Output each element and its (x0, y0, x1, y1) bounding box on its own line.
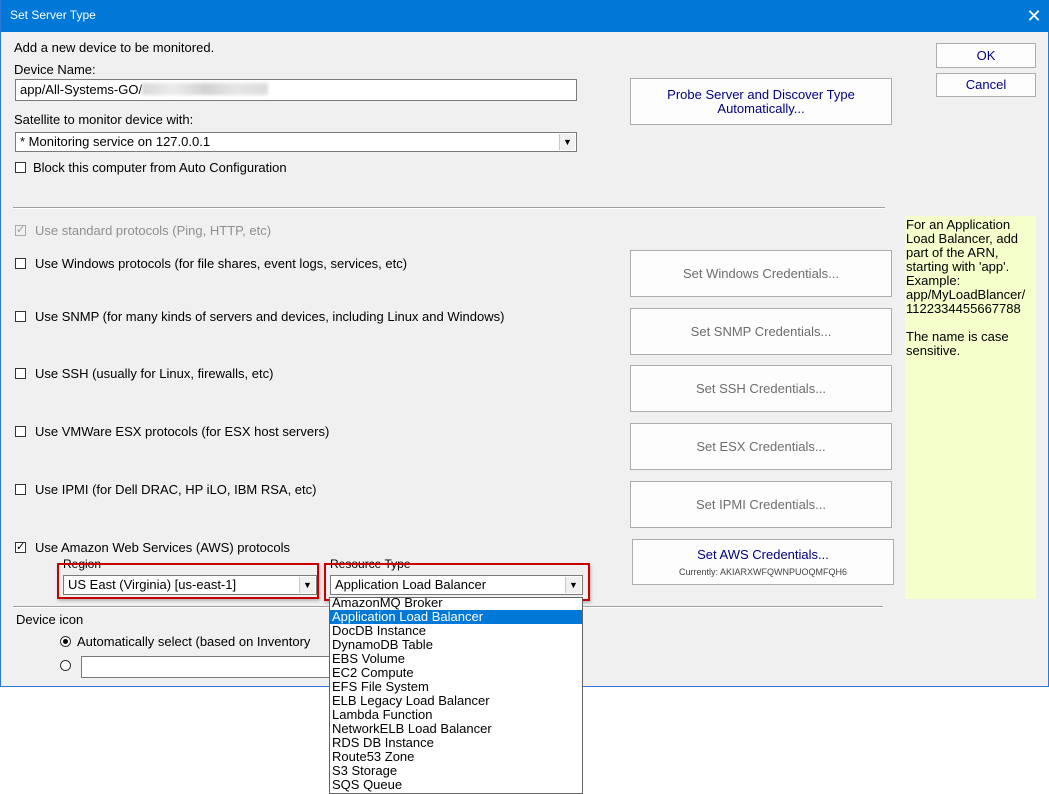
title-bar: Set Server Type ✕ (1, 0, 1049, 32)
redacted-text (142, 83, 269, 95)
device-icon-label: Device icon (16, 612, 84, 627)
satellite-label: Satellite to monitor device with: (14, 112, 194, 127)
ssh-protocols-label: Use SSH (usually for Linux, firewalls, e… (35, 366, 274, 381)
dropdown-option[interactable]: DocDB Instance (330, 624, 582, 638)
help-panel: For an Application Load Balancer, add pa… (905, 216, 1036, 599)
ipmi-protocols-label: Use IPMI (for Dell DRAC, HP iLO, IBM RSA… (35, 482, 317, 497)
block-auto-config-checkbox[interactable] (15, 162, 26, 173)
dropdown-option[interactable]: S3 Storage (330, 764, 582, 778)
custom-icon-radio[interactable] (60, 660, 71, 671)
ok-button[interactable]: OK (936, 43, 1036, 68)
set-ipmi-credentials-button[interactable]: Set IPMI Credentials... (630, 481, 892, 528)
satellite-value: * Monitoring service on 127.0.0.1 (20, 134, 211, 149)
resource-type-highlight-box (324, 563, 590, 601)
set-ssh-credentials-button[interactable]: Set SSH Credentials... (630, 365, 892, 412)
dropdown-option[interactable]: EFS File System (330, 680, 582, 694)
region-highlight-box (57, 563, 319, 599)
chevron-down-icon[interactable]: ▼ (559, 134, 575, 150)
ssh-protocols-checkbox[interactable] (15, 368, 26, 379)
auto-icon-radio[interactable] (60, 636, 71, 647)
custom-icon-field[interactable] (81, 656, 333, 678)
esx-protocols-checkbox[interactable] (15, 426, 26, 437)
snmp-protocols-label: Use SNMP (for many kinds of servers and … (35, 309, 505, 324)
resource-type-dropdown-list[interactable]: AmazonMQ Broker Application Load Balance… (329, 597, 583, 794)
help-paragraph-1: For an Application Load Balancer, add pa… (906, 217, 1026, 316)
aws-protocols-checkbox[interactable]: ✓ (15, 542, 26, 553)
device-name-value: app/All-Systems-GO/ (20, 82, 143, 97)
set-windows-credentials-button[interactable]: Set Windows Credentials... (630, 250, 892, 297)
dropdown-option[interactable]: EC2 Compute (330, 666, 582, 680)
dropdown-option[interactable]: SQS Queue (330, 778, 582, 792)
ipmi-protocols-checkbox[interactable] (15, 484, 26, 495)
windows-protocols-label: Use Windows protocols (for file shares, … (35, 256, 408, 271)
intro-text: Add a new device to be monitored. (14, 40, 215, 55)
probe-server-button[interactable]: Probe Server and Discover Type Automatic… (630, 78, 892, 125)
device-name-label: Device Name: (14, 62, 96, 77)
cancel-button[interactable]: Cancel (936, 73, 1036, 97)
close-icon[interactable]: ✕ (1018, 0, 1049, 32)
help-paragraph-2: The name is case sensitive. (906, 329, 1009, 358)
set-aws-credentials-label: Set AWS Credentials... (697, 546, 829, 562)
device-name-field[interactable]: app/All-Systems-GO/ (15, 79, 577, 101)
set-snmp-credentials-button[interactable]: Set SNMP Credentials... (630, 308, 892, 355)
esx-protocols-label: Use VMWare ESX protocols (for ESX host s… (35, 424, 330, 439)
divider (13, 207, 885, 209)
standard-protocols-label: Use standard protocols (Ping, HTTP, etc) (35, 223, 272, 238)
dropdown-option[interactable]: RDS DB Instance (330, 736, 582, 750)
snmp-protocols-checkbox[interactable] (15, 311, 26, 322)
dropdown-option[interactable]: Route53 Zone (330, 750, 582, 764)
satellite-select[interactable]: * Monitoring service on 127.0.0.1 ▼ (15, 132, 577, 152)
window-title: Set Server Type (10, 8, 96, 22)
auto-icon-label: Automatically select (based on Inventory (77, 634, 311, 649)
set-esx-credentials-button[interactable]: Set ESX Credentials... (630, 423, 892, 470)
set-aws-credentials-button[interactable]: Set AWS Credentials... Currently: AKIARX… (632, 539, 894, 585)
standard-protocols-checkbox: ✓ (15, 224, 26, 236)
dialog-window: Set Server Type ✕ Add a new device to be… (0, 0, 1049, 687)
dropdown-option[interactable]: ELB Legacy Load Balancer (330, 694, 582, 708)
windows-protocols-checkbox[interactable] (15, 258, 26, 269)
dropdown-option[interactable]: Lambda Function (330, 708, 582, 722)
aws-protocols-label: Use Amazon Web Services (AWS) protocols (35, 540, 291, 555)
dropdown-option[interactable]: NetworkELB Load Balancer (330, 722, 582, 736)
aws-current-key: Currently: AKIARXWFQWNPUOQMFQH6 (678, 566, 848, 577)
dropdown-option[interactable]: EBS Volume (330, 652, 582, 666)
dropdown-option[interactable]: DynamoDB Table (330, 638, 582, 652)
dropdown-option-selected[interactable]: Application Load Balancer (330, 610, 582, 624)
block-auto-config-label: Block this computer from Auto Configurat… (33, 160, 287, 175)
